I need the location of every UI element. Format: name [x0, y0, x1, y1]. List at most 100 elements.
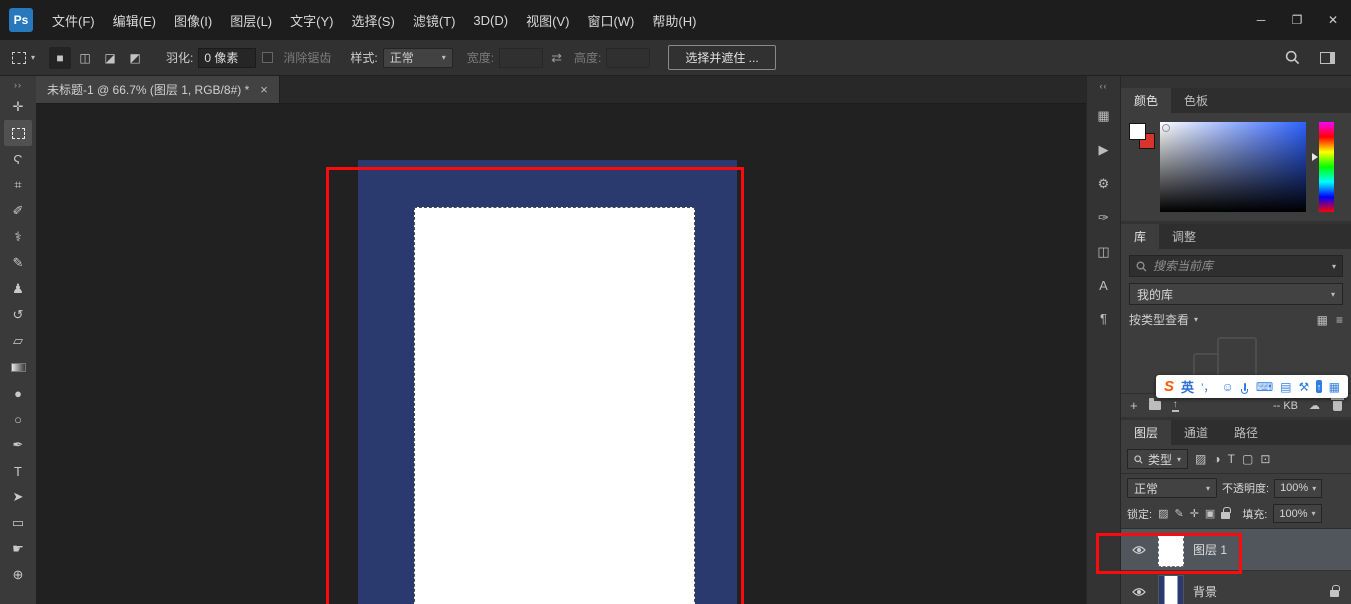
color-field-marker[interactable] [1162, 124, 1170, 132]
lasso-tool[interactable]: Ϛ [4, 146, 32, 172]
trash-icon[interactable] [1333, 401, 1342, 411]
ime-language-mode[interactable]: 英 [1181, 377, 1194, 396]
hue-strip[interactable] [1319, 122, 1334, 212]
tab-adjustments[interactable]: 调整 [1159, 224, 1209, 249]
panels-expand-icon[interactable]: ‹‹ [1100, 81, 1108, 91]
paragraph-panel-icon[interactable]: ¶ [1100, 311, 1107, 326]
maximize-button[interactable]: ❐ [1279, 0, 1315, 40]
tab-paths[interactable]: 路径 [1221, 420, 1271, 445]
color-field[interactable] [1160, 122, 1306, 212]
ime-punctuation-mode[interactable]: ’， [1201, 379, 1214, 395]
character-panel-icon[interactable]: A [1099, 278, 1108, 293]
lock-all-icon[interactable] [1221, 512, 1230, 519]
opacity-select[interactable]: 100% ▾ [1274, 479, 1322, 498]
smart-object-filter-icon[interactable]: ⊡ [1260, 452, 1270, 466]
menu-view[interactable]: 视图(V) [517, 0, 578, 40]
layer-row-background[interactable]: 背景 [1121, 571, 1351, 604]
menu-layer[interactable]: 图层(L) [221, 0, 281, 40]
properties-panel-icon[interactable]: ▶ [1099, 142, 1109, 158]
blur-tool[interactable]: ● [4, 380, 32, 406]
menu-edit[interactable]: 编辑(E) [104, 0, 165, 40]
lock-artboard-icon[interactable]: ▣ [1205, 507, 1215, 520]
ime-toolbar[interactable]: S 英 ’， ☺ ⌨ ▤ ⚒ ↑ ▦ [1156, 375, 1348, 398]
foreground-background-swatches[interactable] [1128, 122, 1160, 164]
menu-select[interactable]: 选择(S) [342, 0, 403, 40]
grid-view-icon[interactable]: ▦ [1317, 313, 1328, 327]
tab-layers[interactable]: 图层 [1121, 420, 1171, 445]
history-brush-tool[interactable]: ↺ [4, 302, 32, 328]
keyboard-icon[interactable]: ⌨ [1256, 380, 1273, 394]
hue-slider[interactable] [1319, 122, 1334, 214]
foreground-color-swatch[interactable] [1129, 123, 1146, 140]
pen-tool[interactable]: ✒ [4, 432, 32, 458]
rectangular-marquee-tool[interactable] [4, 120, 32, 146]
tab-swatches[interactable]: 色板 [1171, 88, 1221, 113]
lock-position-icon[interactable]: ✛ [1190, 507, 1199, 520]
emoji-icon[interactable]: ☺ [1221, 380, 1233, 394]
tool-preset-picker[interactable]: ▾ [12, 52, 35, 64]
brush-tool[interactable]: ✎ [4, 250, 32, 276]
minimize-button[interactable]: ─ [1243, 0, 1279, 40]
type-tool[interactable]: T [4, 458, 32, 484]
clone-source-panel-icon[interactable]: ◫ [1097, 244, 1109, 260]
layer-name[interactable]: 背景 [1193, 583, 1217, 600]
fill-select[interactable]: 100% ▾ [1273, 504, 1321, 523]
menu-type[interactable]: 文字(Y) [281, 0, 342, 40]
antialias-checkbox[interactable] [262, 52, 273, 63]
menu-file[interactable]: 文件(F) [43, 0, 104, 40]
tab-color[interactable]: 颜色 [1121, 88, 1171, 113]
width-input[interactable] [499, 48, 543, 68]
new-selection-button[interactable]: ■ [49, 47, 71, 69]
eyedropper-tool[interactable]: ✐ [4, 198, 32, 224]
add-to-selection-button[interactable]: ◫ [74, 47, 96, 69]
library-select[interactable]: 我的库 ▾ [1129, 283, 1343, 305]
path-selection-tool[interactable]: ➤ [4, 484, 32, 510]
visibility-eye-icon[interactable] [1129, 587, 1149, 597]
lock-image-pixels-icon[interactable]: ✎ [1174, 507, 1183, 520]
feather-input[interactable] [198, 48, 256, 68]
blend-mode-select[interactable]: 正常 ▾ [1127, 478, 1217, 498]
subtract-from-selection-button[interactable]: ◪ [99, 47, 121, 69]
move-tool[interactable]: ✛ [4, 94, 32, 120]
brush-settings-panel-icon[interactable]: ✑ [1098, 210, 1109, 226]
hue-slider-marker[interactable] [1312, 153, 1318, 161]
document-tab[interactable]: 未标题-1 @ 66.7% (图层 1, RGB/8#) * × [36, 76, 280, 103]
tab-channels[interactable]: 通道 [1171, 420, 1221, 445]
type-layer-filter-icon[interactable]: T [1228, 452, 1235, 466]
info-panel-icon[interactable]: ▦ [1097, 108, 1109, 124]
crop-tool[interactable]: ⌗ [4, 172, 32, 198]
gradient-tool[interactable] [4, 354, 32, 380]
canvas-area[interactable] [36, 104, 1086, 604]
toolbox-icon[interactable]: ⚒ [1299, 380, 1310, 394]
menu-filter[interactable]: 滤镜(T) [404, 0, 465, 40]
sogou-logo-icon[interactable]: S [1164, 378, 1174, 395]
upload-icon[interactable]: ↑ [1172, 400, 1179, 412]
height-input[interactable] [606, 48, 650, 68]
spot-healing-brush-tool[interactable]: ⚕ [4, 224, 32, 250]
sync-cloud-icon[interactable]: ☁ [1309, 399, 1320, 412]
eraser-tool[interactable]: ▱ [4, 328, 32, 354]
menu-image[interactable]: 图像(I) [165, 0, 221, 40]
grid-icon[interactable]: ▦ [1329, 380, 1340, 394]
clipboard-icon[interactable]: ▤ [1280, 380, 1291, 394]
select-and-mask-button[interactable]: 选择并遮住 ... [668, 45, 775, 70]
tab-libraries[interactable]: 库 [1121, 224, 1159, 249]
pixel-layer-filter-icon[interactable]: ▨ [1195, 452, 1206, 466]
list-view-icon[interactable]: ≡ [1336, 313, 1343, 327]
new-group-folder-icon[interactable] [1149, 401, 1161, 410]
workspace-switcher-icon[interactable] [1320, 52, 1335, 64]
clone-stamp-tool[interactable]: ♟ [4, 276, 32, 302]
upload-arrow-icon[interactable]: ↑ [1316, 380, 1321, 393]
menu-help[interactable]: 帮助(H) [643, 0, 705, 40]
shape-layer-filter-icon[interactable]: ▢ [1242, 452, 1253, 466]
lock-transparent-pixels-icon[interactable]: ▨ [1158, 507, 1168, 520]
layer-thumbnail[interactable] [1158, 575, 1184, 604]
zoom-tool[interactable]: ⊕ [4, 562, 32, 588]
layer-filter-select[interactable]: 类型 ▾ [1127, 449, 1188, 469]
close-button[interactable]: ✕ [1315, 0, 1351, 40]
view-by-dropdown[interactable]: 按类型查看 ▾ [1129, 311, 1198, 328]
library-search-input[interactable] [1153, 259, 1326, 273]
adjustment-layer-filter-icon[interactable]: ◑ [1213, 452, 1220, 466]
swap-dimensions-icon[interactable]: ⇄ [551, 50, 562, 66]
style-select[interactable]: 正常 ▾ [383, 48, 453, 68]
